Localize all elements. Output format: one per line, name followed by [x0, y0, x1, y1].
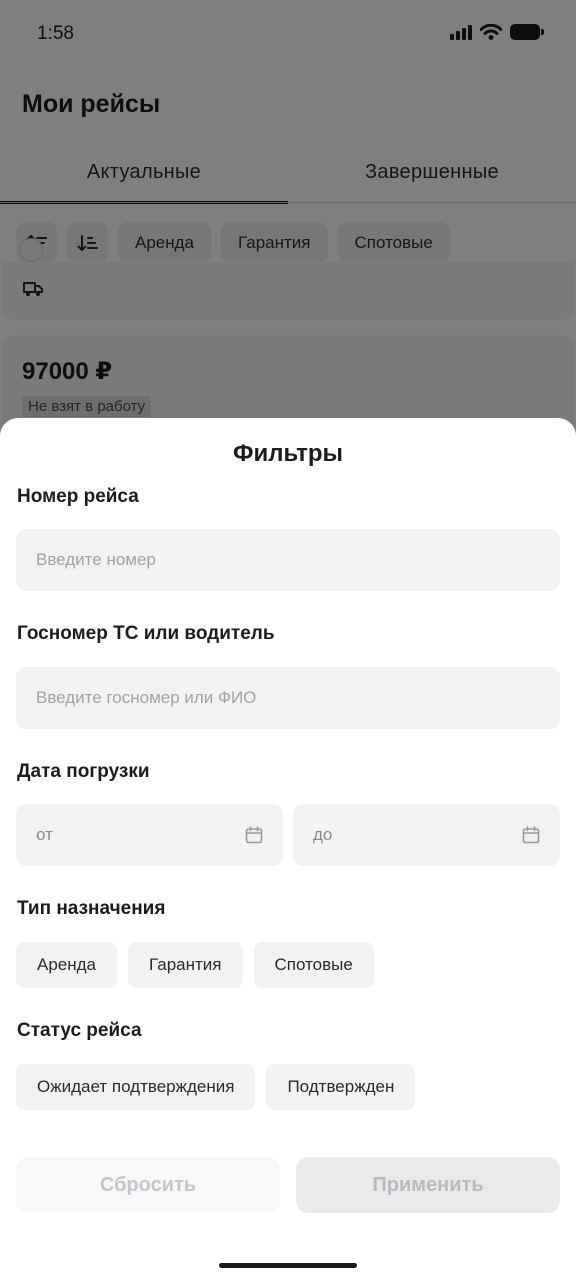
date-from-placeholder: от — [36, 825, 53, 844]
trip-number-input[interactable] — [16, 529, 560, 591]
assignment-type-options: Аренда Гарантия Спотовые — [16, 942, 374, 988]
date-to-field[interactable]: до — [293, 804, 560, 866]
home-indicator[interactable] — [219, 1263, 357, 1268]
trip-status-label: Статус рейса — [17, 1020, 142, 1041]
date-to-placeholder: до — [313, 825, 333, 844]
assignment-option-guarantee[interactable]: Гарантия — [128, 942, 243, 988]
vehicle-input[interactable] — [16, 667, 560, 729]
date-from-field[interactable]: от — [16, 804, 283, 866]
trip-number-label: Номер рейса — [17, 486, 139, 507]
calendar-icon — [522, 826, 540, 844]
screen: 1:58 Мои рейсы Актуальные Завершенные — [0, 0, 576, 1280]
vehicle-label: Госномер ТС или водитель — [17, 623, 275, 644]
calendar-icon — [245, 826, 263, 844]
status-option-confirmed[interactable]: Подтвержден — [266, 1064, 416, 1110]
loading-date-label: Дата погрузки — [17, 761, 150, 782]
apply-button[interactable]: Применить — [296, 1157, 560, 1213]
sheet-title: Фильтры — [232, 440, 344, 467]
reset-button[interactable]: Сбросить — [16, 1157, 280, 1213]
assignment-type-label: Тип назначения — [17, 898, 166, 919]
status-option-awaiting[interactable]: Ожидает подтверждения — [16, 1064, 256, 1110]
filters-sheet: Фильтры Номер рейса Госномер ТС или води… — [0, 418, 576, 1280]
trip-status-options: Ожидает подтверждения Подтвержден — [16, 1064, 416, 1110]
assignment-option-rent[interactable]: Аренда — [16, 942, 118, 988]
assignment-option-spot[interactable]: Спотовые — [253, 942, 374, 988]
